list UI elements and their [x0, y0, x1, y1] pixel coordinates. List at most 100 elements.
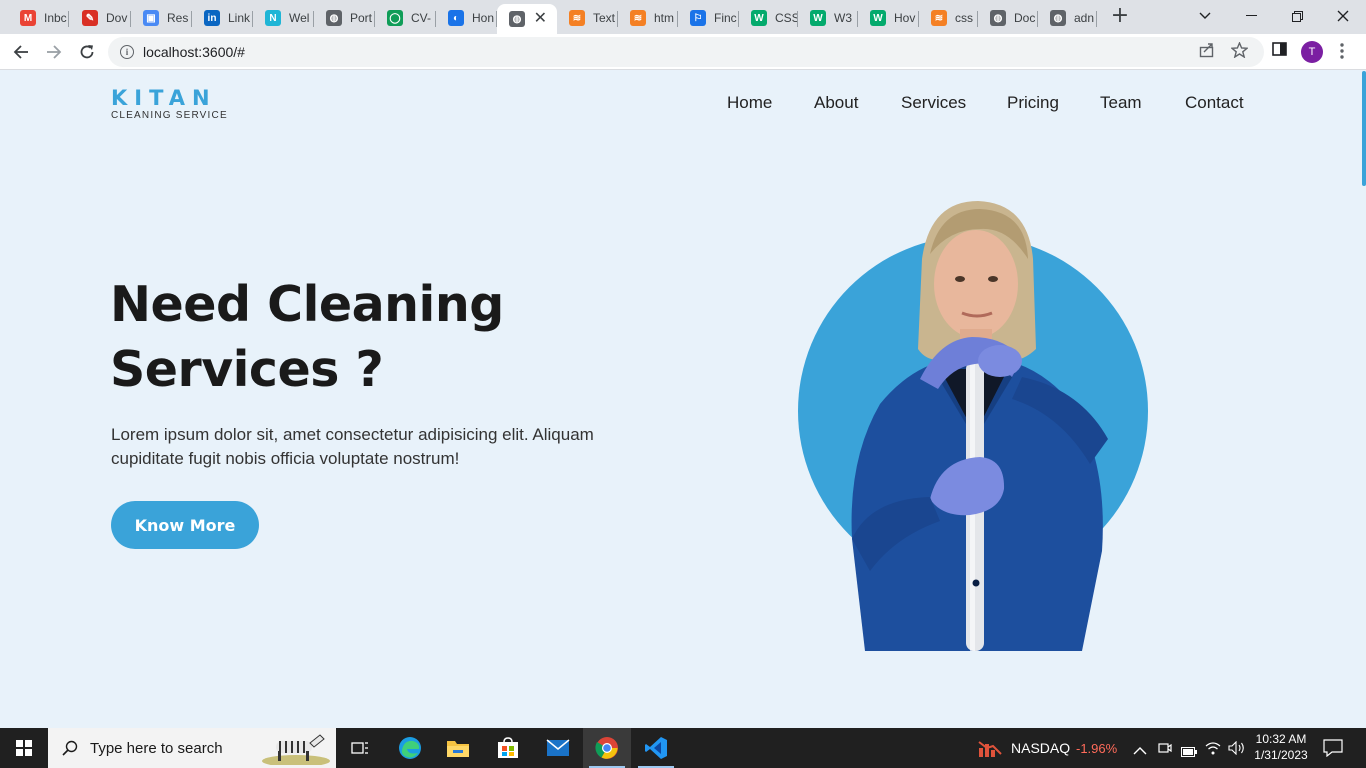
- nav-team[interactable]: Team: [1100, 93, 1142, 113]
- forward-button[interactable]: [42, 40, 66, 64]
- back-button[interactable]: [9, 40, 33, 64]
- more-menu-icon[interactable]: [1340, 43, 1344, 63]
- nav-about[interactable]: About: [814, 93, 858, 113]
- arrow-left-icon: [13, 45, 28, 59]
- browser-tab[interactable]: W Hov: [858, 4, 919, 32]
- browser-tab[interactable]: ◍ Port: [314, 4, 375, 32]
- hero-cleaner-image: [798, 201, 1148, 651]
- stock-widget[interactable]: [978, 738, 1002, 762]
- profile-avatar[interactable]: T: [1301, 41, 1323, 63]
- browser-tab[interactable]: ≋ htm: [618, 4, 678, 32]
- browser-tab[interactable]: ≋ css: [919, 4, 978, 32]
- battery-icon[interactable]: [1181, 742, 1197, 761]
- browser-tab[interactable]: W CSS: [739, 4, 798, 32]
- side-panel-icon[interactable]: [1272, 42, 1287, 60]
- browser-tab[interactable]: ⚐ Finc: [678, 4, 739, 32]
- share-icon[interactable]: [1199, 42, 1215, 62]
- tray-overflow-button[interactable]: [1133, 741, 1147, 760]
- windows-logo-icon: [16, 740, 32, 756]
- browser-tab[interactable]: ✎ Dov: [70, 4, 131, 32]
- scrollbar-thumb[interactable]: [1362, 71, 1366, 186]
- tab-title: Text: [593, 11, 616, 25]
- reload-button[interactable]: [75, 40, 99, 64]
- pdf-icon: ✎: [82, 10, 98, 26]
- task-view-button[interactable]: [336, 728, 384, 768]
- clock[interactable]: 10:32 AM 1/31/2023: [1252, 731, 1310, 763]
- tab-separator: [68, 11, 69, 27]
- notification-icon: [1323, 739, 1343, 758]
- tab-title: Res: [167, 11, 189, 25]
- tab-title: Wel: [289, 11, 310, 25]
- bookmark-star-icon[interactable]: [1230, 41, 1249, 62]
- tab-separator: [1096, 11, 1097, 27]
- know-more-button[interactable]: Know More: [111, 501, 259, 549]
- browser-toolbar: i localhost:3600/# T: [0, 34, 1366, 70]
- browser-tab[interactable]: ◍ ✕: [497, 4, 557, 34]
- volume-icon[interactable]: [1228, 740, 1246, 759]
- close-window-button[interactable]: [1320, 0, 1366, 32]
- nav-contact[interactable]: Contact: [1185, 93, 1244, 113]
- tab-close-icon[interactable]: ✕: [534, 8, 547, 28]
- nav-pricing[interactable]: Pricing: [1007, 93, 1059, 113]
- windows-taskbar: Type here to search NASDAQ -1.96% 10:32 …: [0, 728, 1366, 768]
- new-tab-button[interactable]: +: [1108, 5, 1132, 29]
- hero-description: Lorem ipsum dolor sit, amet consectetur …: [111, 425, 594, 468]
- tab-title: Hon: [472, 11, 495, 25]
- flag-icon: ⚐: [690, 10, 706, 26]
- minimize-icon: [1245, 15, 1257, 16]
- mail-app[interactable]: [534, 728, 582, 768]
- browser-tab[interactable]: ◯ CV-: [375, 4, 436, 32]
- search-icon: [62, 740, 78, 756]
- stock-name: NASDAQ: [1011, 740, 1071, 756]
- tab-search-button[interactable]: [1182, 0, 1228, 32]
- chrome-app[interactable]: [583, 728, 631, 768]
- vscode-app[interactable]: [632, 728, 680, 768]
- w3schools-icon: W: [751, 10, 767, 26]
- resume-icon: ▣: [143, 10, 159, 26]
- meet-now-icon[interactable]: [1158, 740, 1172, 760]
- file-explorer-icon: [447, 741, 469, 757]
- browser-tab[interactable]: in Link: [192, 4, 253, 32]
- tab-title: CSS: [775, 11, 798, 25]
- browser-tab[interactable]: ◍ adn: [1038, 4, 1097, 32]
- logo-title: KITAN: [111, 86, 217, 110]
- tab-title: Finc: [714, 11, 737, 25]
- store-icon: [498, 737, 518, 758]
- wifi-icon[interactable]: [1205, 740, 1221, 759]
- edge-app[interactable]: [386, 728, 434, 768]
- home-icon: ◐: [448, 10, 464, 26]
- restore-button[interactable]: [1274, 0, 1320, 32]
- stock-chart-icon: [978, 741, 1002, 757]
- address-bar[interactable]: i localhost:3600/#: [108, 37, 1264, 67]
- tab-title: Port: [350, 11, 373, 25]
- web-page: KITAN CLEANING SERVICE Home About Servic…: [0, 71, 1366, 728]
- browser-tab[interactable]: M Inbc: [8, 4, 69, 32]
- file-explorer-app[interactable]: [434, 728, 482, 768]
- browser-tab[interactable]: W W3: [798, 4, 858, 32]
- browser-tab[interactable]: ◐ Hon: [436, 4, 497, 32]
- store-app[interactable]: [484, 728, 532, 768]
- cv-icon: ◯: [387, 10, 403, 26]
- nav-services[interactable]: Services: [901, 93, 966, 113]
- nav-home[interactable]: Home: [727, 93, 772, 113]
- minimize-button[interactable]: [1228, 0, 1274, 32]
- tab-title: adn: [1074, 11, 1095, 25]
- browser-tab[interactable]: ▣ Res: [131, 4, 192, 32]
- browser-tab[interactable]: ≋ Text: [557, 4, 618, 32]
- stackoverflow-icon: ≋: [569, 10, 585, 26]
- start-button[interactable]: [0, 728, 48, 768]
- site-logo[interactable]: KITAN CLEANING SERVICE: [111, 87, 228, 121]
- notifications-button[interactable]: [1323, 739, 1343, 761]
- tab-title: Hov: [894, 11, 916, 25]
- browser-tab[interactable]: N Wel: [253, 4, 314, 32]
- restore-icon: [1291, 10, 1303, 22]
- scrollbar[interactable]: [1360, 71, 1366, 728]
- stackoverflow-icon: ≋: [630, 10, 646, 26]
- close-icon: [1337, 10, 1349, 22]
- site-info-icon[interactable]: i: [120, 45, 134, 59]
- linkedin-icon: in: [204, 10, 220, 26]
- taskbar-search[interactable]: Type here to search: [48, 728, 336, 768]
- browser-tab-strip: M Inbc ✎ Dov ▣ Res in Link N Wel ◍ Port ◯ CV- ◐ Hon ◍ ✕ ≋ T…: [0, 0, 1366, 34]
- browser-tab[interactable]: ◍ Doc: [978, 4, 1038, 32]
- stackoverflow-icon: ≋: [931, 10, 947, 26]
